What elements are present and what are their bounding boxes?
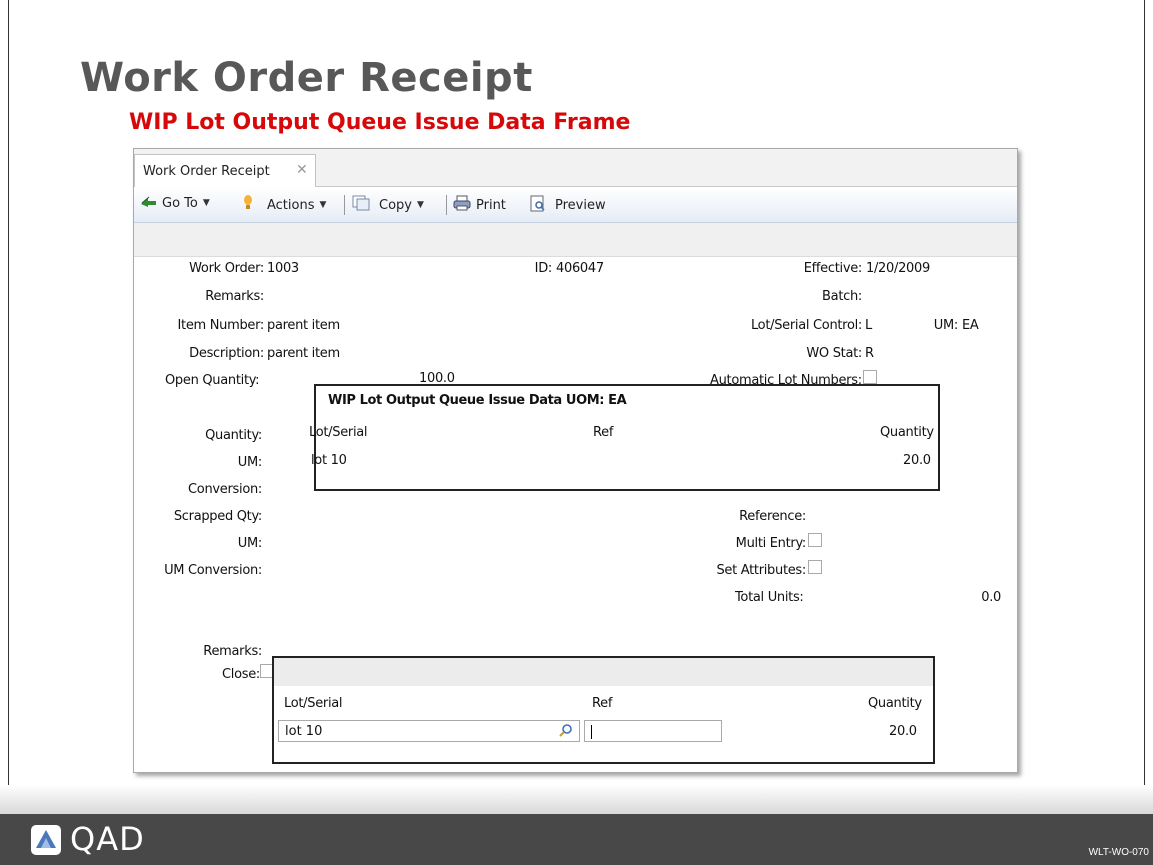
item-number-label: Item Number:	[177, 318, 265, 333]
reference-label: Reference:	[739, 509, 806, 524]
total-units-label: Total Units:	[735, 590, 804, 605]
popup-row-lot[interactable]: lot 10	[311, 453, 347, 468]
close-icon[interactable]: ✕	[296, 162, 308, 178]
goto-menu-button[interactable]: Go To ▼	[140, 195, 210, 211]
toolbar-divider	[344, 195, 345, 215]
auto-lot-numbers-checkbox[interactable]	[863, 370, 877, 384]
um3-label: UM:	[237, 536, 263, 551]
conversion-label: Conversion:	[188, 482, 262, 497]
um-value[interactable]: EA	[962, 318, 979, 333]
preview-button[interactable]: Preview	[530, 195, 606, 216]
tab-label: Work Order Receipt	[143, 164, 270, 179]
popup-col-quantity: Quantity	[880, 425, 934, 440]
id-label: ID:	[534, 261, 553, 276]
tab-bar: Work Order Receipt ✕	[134, 149, 1017, 188]
toolbar-divider	[446, 195, 447, 215]
tab-work-order-receipt[interactable]: Work Order Receipt ✕	[134, 154, 316, 188]
work-order-label: Work Order:	[189, 261, 264, 276]
lot-serial-control-label: Lot/Serial Control:	[750, 318, 862, 333]
description-value[interactable]: parent item	[267, 346, 340, 361]
open-quantity-label: Open Quantity:	[165, 373, 260, 388]
chevron-down-icon: ▼	[416, 200, 424, 210]
effective-value[interactable]: 1/20/2009	[866, 261, 930, 276]
lot-serial-grid: Lot/Serial Ref Quantity lot 10 20.0	[272, 656, 935, 764]
header-band	[134, 223, 1017, 257]
slide-footer: QAD WLT-WO-070	[0, 814, 1153, 865]
set-attributes-checkbox[interactable]	[808, 560, 822, 574]
scrapped-qty-label: Scrapped Qty:	[173, 509, 262, 524]
grid-header-band	[274, 658, 933, 686]
chevron-down-icon: ▼	[319, 200, 327, 210]
copy-label: Copy	[379, 197, 412, 213]
quantity-label: Quantity:	[205, 428, 262, 443]
copy-menu-button[interactable]: Copy ▼	[352, 195, 424, 215]
um-label: UM:	[933, 318, 959, 333]
lot-serial-input[interactable]: lot 10	[278, 720, 580, 742]
print-button[interactable]: Print	[453, 195, 506, 215]
preview-label: Preview	[555, 198, 606, 213]
text-cursor	[591, 725, 592, 739]
description-label: Description:	[189, 346, 264, 361]
wo-stat-label: WO Stat:	[806, 346, 862, 361]
footer-fade	[0, 785, 1153, 814]
lightbulb-icon	[243, 195, 253, 215]
remarks2-label: Remarks:	[203, 644, 262, 659]
logo-text: QAD	[70, 820, 145, 858]
chevron-down-icon: ▼	[202, 198, 210, 208]
grid-col-quantity: Quantity	[868, 696, 922, 711]
popup-title: WIP Lot Output Queue Issue Data UOM: EA	[328, 393, 627, 408]
lot-serial-control-value[interactable]: L	[865, 318, 872, 333]
copy-icon	[352, 195, 370, 215]
lot-serial-value: lot 10	[285, 724, 323, 739]
actions-menu-button[interactable]: Actions ▼	[243, 195, 326, 215]
total-units-value: 0.0	[981, 590, 1001, 605]
multi-entry-label: Multi Entry:	[735, 536, 807, 551]
slide-subtitle: WIP Lot Output Queue Issue Data Frame	[129, 110, 631, 135]
goto-arrow-icon	[140, 195, 158, 211]
id-value[interactable]: 406047	[556, 261, 604, 276]
um-conversion-label: UM Conversion:	[164, 563, 262, 578]
print-label: Print	[476, 197, 506, 213]
grid-row-qty[interactable]: 20.0	[889, 724, 917, 739]
qad-logo-icon	[30, 824, 62, 861]
actions-label: Actions	[267, 197, 315, 213]
ref-input[interactable]	[584, 720, 722, 742]
remarks-label: Remarks:	[205, 289, 264, 304]
wip-lot-output-queue-popup: WIP Lot Output Queue Issue Data UOM: EA …	[309, 384, 940, 491]
search-icon[interactable]	[559, 723, 573, 741]
multi-entry-checkbox[interactable]	[808, 533, 822, 547]
work-order-value[interactable]: 1003	[267, 261, 299, 276]
batch-label: Batch:	[822, 289, 862, 304]
toolbar: Go To ▼ Actions ▼ Copy ▼ Print Preview	[134, 187, 1017, 223]
um2-label: UM:	[237, 455, 263, 470]
close-label: Close:	[222, 667, 260, 682]
slide-title: Work Order Receipt	[80, 55, 533, 101]
slide-code: WLT-WO-070	[1088, 847, 1149, 858]
set-attributes-label: Set Attributes:	[716, 563, 806, 578]
goto-label: Go To	[162, 195, 198, 211]
popup-row-qty[interactable]: 20.0	[903, 453, 931, 468]
item-number-value[interactable]: parent item	[267, 318, 340, 333]
preview-icon	[530, 195, 546, 216]
popup-col-ref: Ref	[593, 425, 614, 440]
printer-icon	[453, 195, 471, 215]
grid-col-ref: Ref	[592, 696, 613, 711]
wo-stat-value[interactable]: R	[865, 346, 874, 361]
grid-col-lot-serial: Lot/Serial	[284, 696, 343, 711]
effective-label: Effective:	[803, 261, 863, 276]
